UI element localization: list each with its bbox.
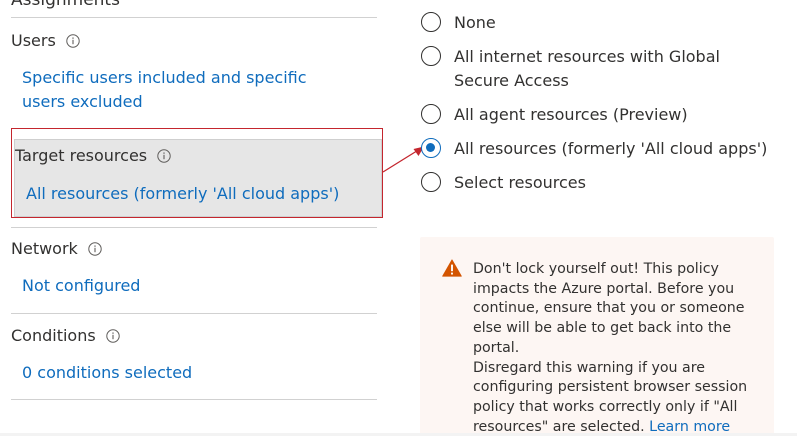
target-resources-label: Target resources [15, 146, 148, 165]
radio-button[interactable] [421, 46, 441, 66]
target-resources-value-link[interactable]: All resources (formerly 'All cloud apps'… [26, 182, 339, 206]
radio-label: Select resources [454, 173, 586, 192]
conditions-label-row: Conditions [11, 325, 120, 347]
divider [11, 313, 377, 314]
radio-label: All resources (formerly 'All cloud apps'… [454, 139, 768, 158]
warning-text: Don't lock yourself out! This policy imp… [473, 260, 758, 436]
info-icon[interactable] [105, 329, 120, 343]
warning-line-1: Don't lock yourself out! This policy imp… [473, 261, 745, 356]
info-icon[interactable] [88, 242, 102, 256]
network-value-link[interactable]: Not configured [22, 274, 140, 298]
radio-option-agent-resources[interactable]: All agent resources (Preview) [421, 103, 688, 127]
network-label-row: Network [11, 238, 102, 260]
radio-button[interactable] [421, 172, 441, 192]
conditional-access-policy-panel: Assignments Users Specific users include… [0, 0, 797, 436]
radio-label: All internet resources with Global Secur… [454, 47, 720, 90]
users-label-row: Users [11, 30, 80, 52]
radio-option-all-resources[interactable]: All resources (formerly 'All cloud apps'… [421, 137, 767, 161]
divider [11, 399, 377, 400]
radio-label: All agent resources (Preview) [454, 105, 688, 124]
target-resources-highlight: Target resources All resources (formerly… [11, 128, 383, 218]
network-label: Network [11, 239, 78, 258]
conditions-value-link[interactable]: 0 conditions selected [22, 361, 192, 385]
divider [11, 17, 377, 18]
info-icon[interactable] [157, 149, 171, 163]
warning-icon [442, 259, 462, 277]
radio-button[interactable] [421, 12, 441, 32]
radio-option-none[interactable]: None [421, 11, 496, 35]
radio-button-selected[interactable] [421, 138, 441, 158]
radio-option-global-secure-access[interactable]: All internet resources with Global Secur… [421, 45, 774, 93]
info-icon[interactable] [66, 34, 80, 48]
divider [11, 227, 377, 228]
radio-option-select-resources[interactable]: Select resources [421, 171, 586, 195]
radio-button[interactable] [421, 104, 441, 124]
target-resources-label-row: Target resources [15, 145, 171, 167]
assignments-heading: Assignments [11, 0, 120, 10]
users-value-link[interactable]: Specific users included and specific use… [22, 66, 352, 114]
conditions-label: Conditions [11, 326, 96, 345]
users-label: Users [11, 31, 56, 50]
radio-label: None [454, 13, 496, 32]
warning-line-2: Disregard this warning if you are config… [473, 359, 758, 436]
lockout-warning: Don't lock yourself out! This policy imp… [420, 237, 774, 436]
